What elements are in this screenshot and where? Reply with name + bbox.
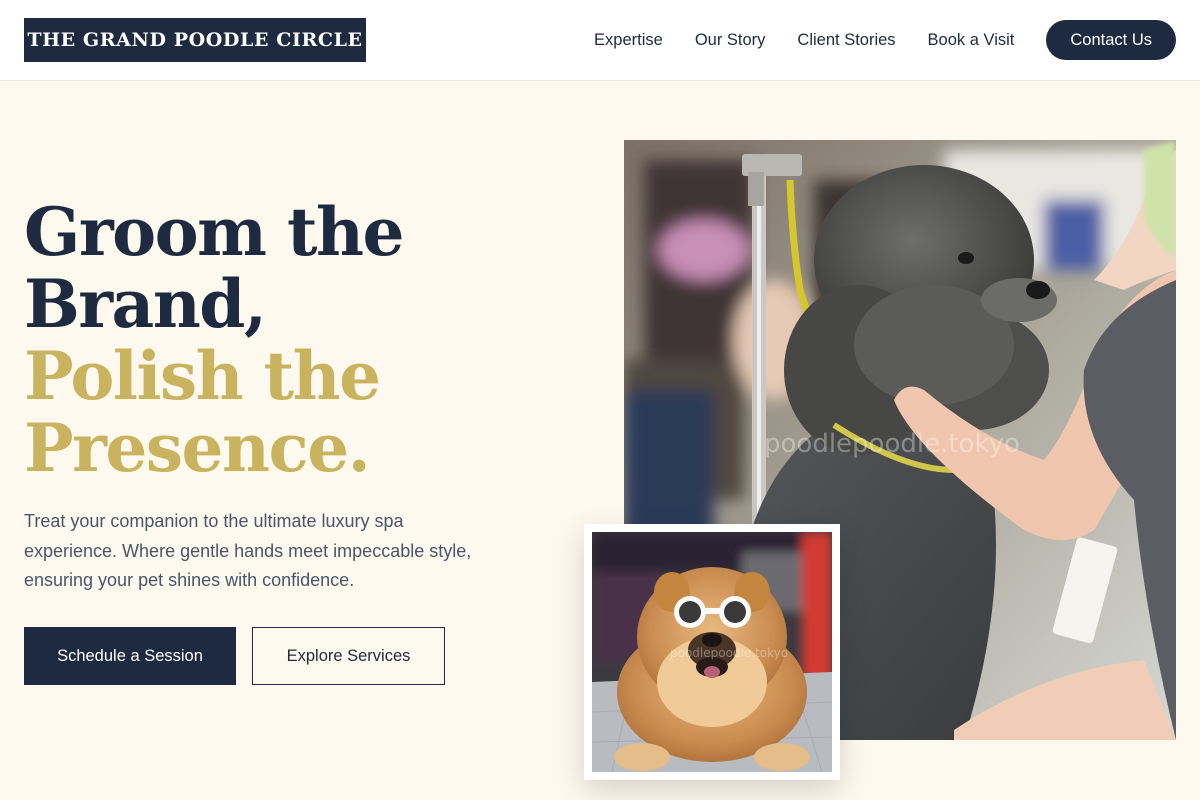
explore-services-button[interactable]: Explore Services xyxy=(252,627,445,685)
site-logo[interactable]: THE GRAND POODLE CIRCLE xyxy=(24,18,366,62)
nav-link-book-a-visit[interactable]: Book a Visit xyxy=(928,31,1015,50)
headline-line-3: Polish the xyxy=(24,337,381,415)
hero-description: Treat your companion to the ultimate lux… xyxy=(24,511,472,590)
schedule-session-button[interactable]: Schedule a Session xyxy=(24,627,236,685)
headline-line-2: Brand, xyxy=(24,265,267,343)
headline-line-4: Presence. xyxy=(24,409,371,487)
nav-link-client-stories[interactable]: Client Stories xyxy=(797,31,895,50)
inset-photo-frame: poodlepoodle.tokyo xyxy=(584,524,840,780)
main-photo-watermark: poodlepoodle.tokyo xyxy=(764,429,1020,459)
headline-line-1: Groom the xyxy=(24,193,404,271)
contact-us-button[interactable]: Contact Us xyxy=(1046,20,1176,60)
main-nav: Expertise Our Story Client Stories Book … xyxy=(594,20,1176,60)
nav-link-expertise[interactable]: Expertise xyxy=(594,31,663,50)
site-header: THE GRAND POODLE CIRCLE Expertise Our St… xyxy=(0,0,1200,81)
hero-headline: Groom the Brand, Polish the Presence. xyxy=(24,196,544,484)
inset-photo-watermark: poodlepoodle.tokyo xyxy=(670,646,788,660)
inset-photo-dog-sunglasses: poodlepoodle.tokyo xyxy=(592,532,832,772)
nav-link-our-story[interactable]: Our Story xyxy=(695,31,766,50)
